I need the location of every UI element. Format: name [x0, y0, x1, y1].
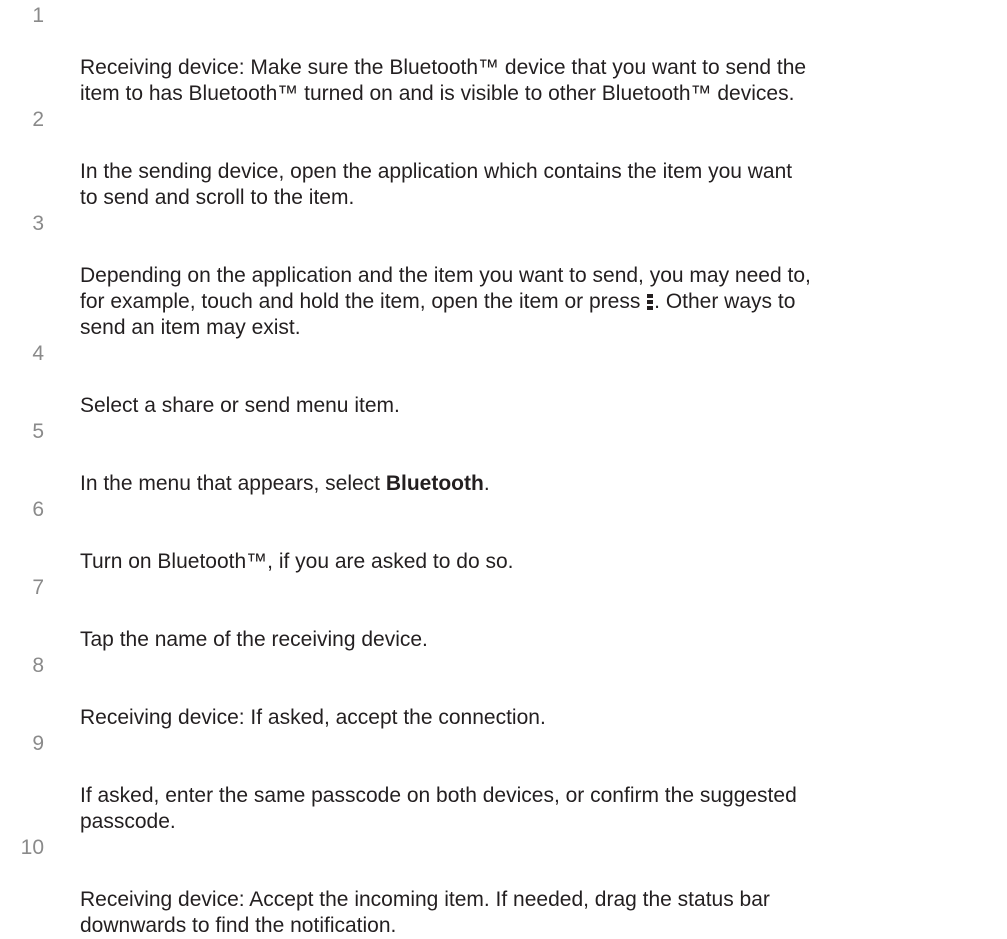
step-number: 1 — [32, 4, 44, 27]
step-text: In the menu that appears, select — [80, 472, 386, 495]
step-10: 10 Receiving device: Accept the incoming… — [0, 835, 1007, 939]
step-number: 9 — [32, 732, 44, 755]
step-number: 7 — [32, 576, 44, 599]
step-text: Receiving device: Make sure the Bluetoot… — [80, 56, 807, 105]
step-number: 3 — [32, 212, 44, 235]
instruction-steps: 1 Receiving device: Make sure the Blueto… — [0, 3, 1007, 939]
step-number: 8 — [32, 654, 44, 677]
step-number: 5 — [32, 420, 44, 443]
step-text: . — [483, 472, 490, 495]
step-9: 9 If asked, enter the same passcode on b… — [0, 731, 1007, 835]
menu-dots-icon — [647, 294, 654, 310]
step-8: 8 Receiving device: If asked, accept the… — [0, 653, 1007, 731]
step-number: 2 — [32, 108, 44, 131]
bluetooth-menu-option: Bluetooth — [385, 472, 484, 495]
step-text: Receiving device: If asked, accept the c… — [80, 706, 546, 729]
step-3: 3 Depending on the application and the i… — [0, 211, 1007, 341]
step-7: 7 Tap the name of the receiving device. — [0, 575, 1007, 653]
step-number: 6 — [32, 498, 44, 521]
step-5: 5 In the menu that appears, select Bluet… — [0, 419, 1007, 497]
step-number: 10 — [20, 836, 44, 859]
step-text: Tap the name of the receiving device. — [80, 628, 428, 651]
step-text: Select a share or send menu item. — [80, 394, 400, 417]
step-text: Receiving device: Accept the incoming it… — [80, 888, 770, 937]
step-4: 4 Select a share or send menu item. — [0, 341, 1007, 419]
step-1: 1 Receiving device: Make sure the Blueto… — [0, 3, 1007, 107]
step-number: 4 — [32, 342, 44, 365]
step-text: If asked, enter the same passcode on bot… — [80, 784, 797, 833]
step-2: 2 In the sending device, open the applic… — [0, 107, 1007, 211]
step-text: In the sending device, open the applicat… — [80, 160, 793, 209]
step-6: 6 Turn on Bluetooth™, if you are asked t… — [0, 497, 1007, 575]
step-text: Turn on Bluetooth™, if you are asked to … — [80, 550, 514, 573]
